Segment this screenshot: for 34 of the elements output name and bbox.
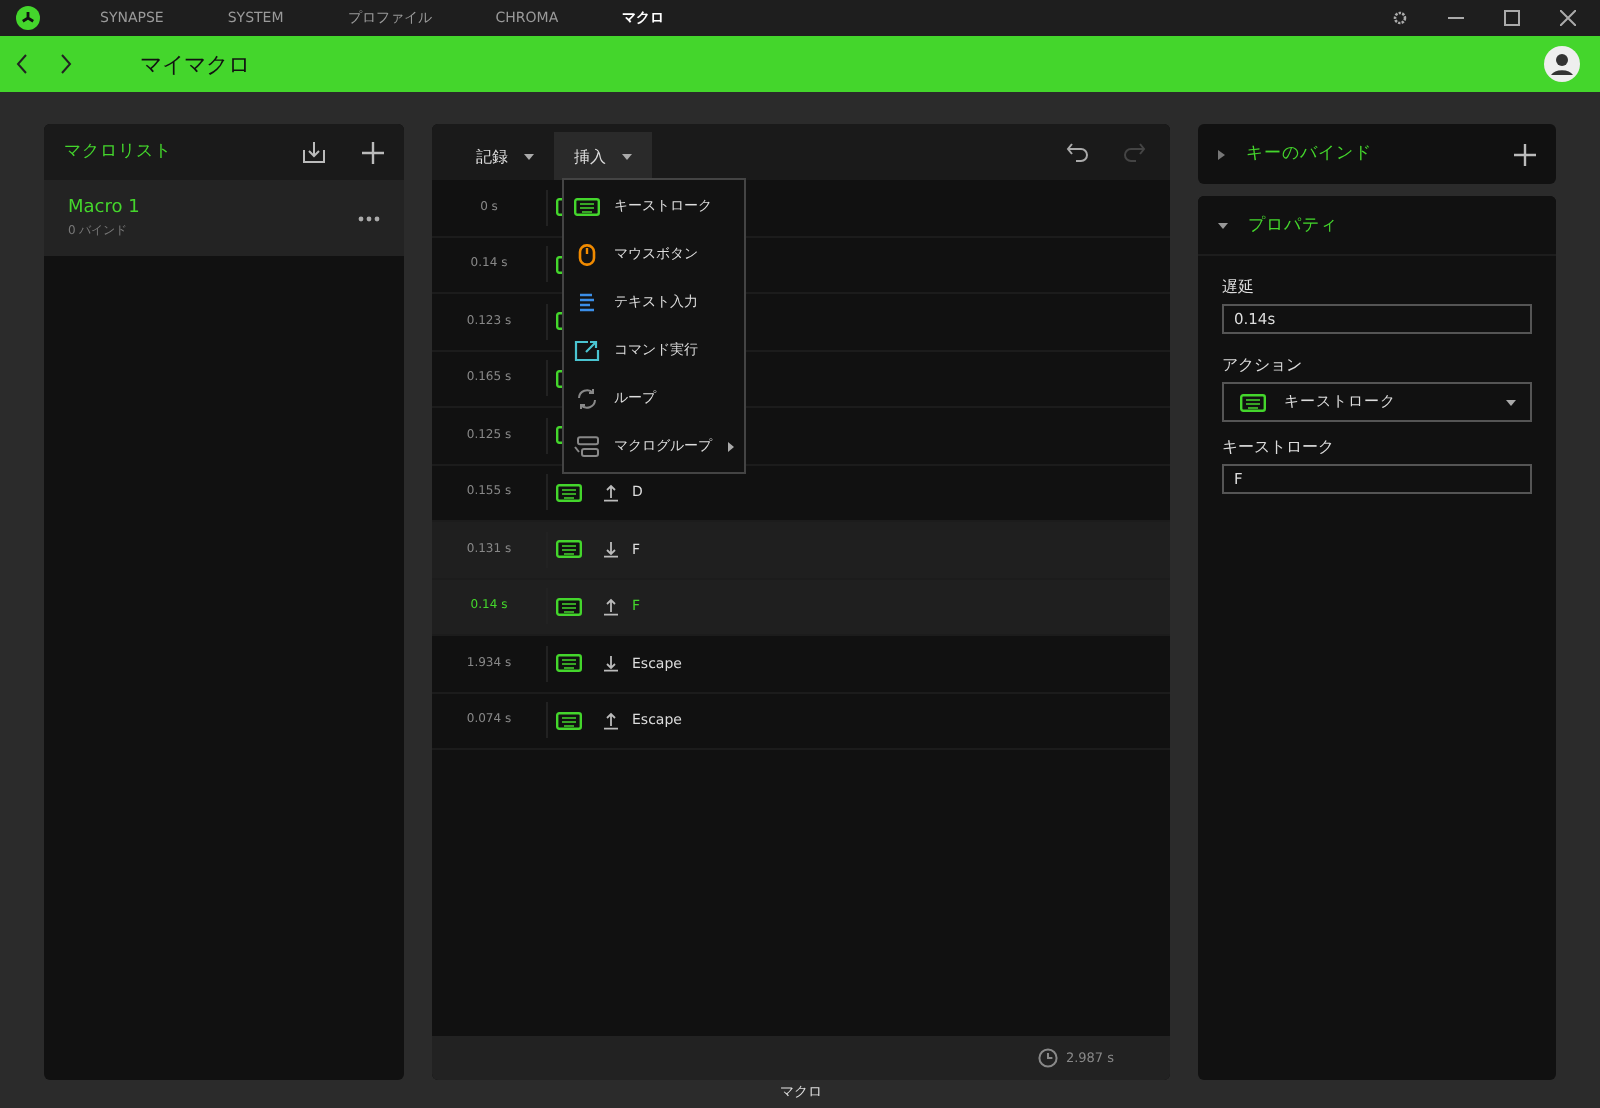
caret-right-icon[interactable] bbox=[1218, 149, 1226, 159]
toolbar-button[interactable]: 挿入 bbox=[554, 132, 652, 180]
back-icon[interactable] bbox=[16, 54, 28, 74]
settings-icon[interactable] bbox=[1392, 10, 1408, 26]
maximize-icon[interactable] bbox=[1504, 10, 1520, 26]
forward-icon[interactable] bbox=[60, 54, 72, 74]
caret-down-icon[interactable] bbox=[1218, 221, 1228, 229]
plus-icon[interactable] bbox=[362, 141, 384, 163]
close-icon[interactable] bbox=[1560, 10, 1576, 26]
import-icon[interactable] bbox=[302, 140, 326, 164]
toolbar-button[interactable]: 記録 bbox=[456, 132, 554, 180]
caret-icon bbox=[524, 153, 534, 159]
field-label: 遅延 bbox=[1222, 276, 1256, 298]
minimize-icon[interactable] bbox=[1448, 16, 1464, 20]
caret-icon bbox=[622, 153, 632, 159]
page-title: マイマクロ bbox=[140, 49, 250, 79]
section-title: プロパティ bbox=[1248, 213, 1338, 237]
more-icon[interactable] bbox=[358, 215, 380, 221]
loop-icon bbox=[574, 387, 600, 409]
mouse-icon bbox=[574, 243, 600, 265]
field-label: キーストローク bbox=[1222, 436, 1336, 458]
clock-icon bbox=[1037, 1048, 1058, 1068]
logo-icon[interactable] bbox=[16, 6, 40, 30]
section-title: キーのバインド bbox=[1246, 142, 1374, 166]
macro-group-icon bbox=[574, 435, 600, 457]
text-lines-icon bbox=[574, 291, 600, 313]
avatar-icon[interactable] bbox=[1544, 46, 1580, 82]
field-label: アクション bbox=[1222, 354, 1304, 376]
macro-name: Macro 1 bbox=[68, 197, 142, 217]
undo-icon[interactable] bbox=[1066, 142, 1090, 162]
plus-icon[interactable] bbox=[1514, 143, 1536, 165]
panel-title: マクロリスト bbox=[64, 140, 174, 164]
caret-icon bbox=[1506, 399, 1516, 405]
launch-icon bbox=[574, 339, 600, 361]
